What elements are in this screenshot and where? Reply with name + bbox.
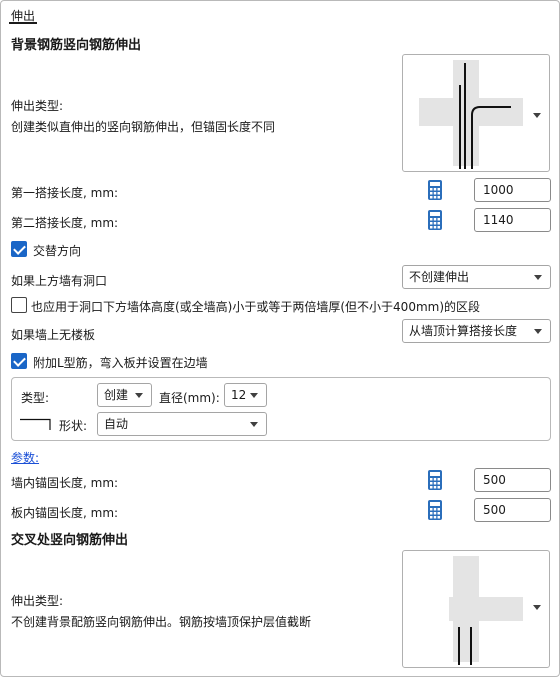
wall-anchorage-length-field[interactable]: 500 [474,468,551,492]
alternate-direction-label: 交替方向 [33,244,82,258]
chevron-down-icon [533,605,541,610]
shape-label: 形状: [59,419,88,433]
calculator-icon[interactable] [428,470,442,490]
section-title-background: 背景钢筋竖向钢筋伸出 [11,38,142,53]
no-slab-select[interactable]: 从墙顶计算搭接长度 [402,319,551,343]
l-bar-shape-icon [20,418,51,430]
l-bar-type-value: 创建 [104,388,129,402]
parameters-link[interactable]: 参数: [11,449,39,466]
section-title-intersection: 交叉处竖向钢筋伸出 [11,533,129,548]
shape-select[interactable]: 自动 [97,412,267,436]
wall-opening-above-value: 不创建伸出 [409,270,470,284]
l-bar-type-label: 类型: [21,391,50,405]
diameter-select[interactable]: 12 [224,383,267,407]
extension-type-preview[interactable] [402,54,550,172]
apply-below-opening-label: 也应用于洞口下方墙体高度(或全墙高)小于或等于两倍墙厚(但不小于400mm)的区… [31,300,481,314]
diameter-label: 直径(mm): [159,391,220,405]
chevron-down-icon [250,393,258,398]
add-l-bars-checkbox[interactable] [11,353,27,369]
intersection-extension-type-preview[interactable] [402,550,550,668]
extension-type-description: 创建类似直伸出的竖向钢筋伸出，但锚固长度不同 [11,120,276,134]
alternate-direction-checkbox[interactable] [11,241,27,257]
l-bar-settings-group: 类型: 创建 直径(mm): 12 形状: 自动 [11,377,551,441]
slab-anchorage-length-field[interactable]: 500 [474,498,551,522]
slab-anchorage-length-label: 板内锚固长度, mm: [11,506,119,520]
cut-at-cover-preview-image [449,556,523,665]
wall-opening-above-label: 如果上方墙有洞口 [11,274,108,288]
no-slab-label: 如果墙上无楼板 [11,328,96,342]
first-lap-length-label: 第一搭接长度, mm: [11,186,119,200]
intersection-extension-type-label: 伸出类型: [11,594,64,608]
tab-underline [9,22,37,24]
chevron-down-icon [135,393,143,398]
chevron-down-icon [534,275,542,280]
bent-extension-preview-image [419,60,523,169]
intersection-extension-type-description: 不创建背景配筋竖向钢筋伸出。钢筋按墙顶保护层值截断 [11,615,312,629]
chevron-down-icon [533,113,541,118]
shape-value: 自动 [104,417,129,431]
wall-opening-above-select[interactable]: 不创建伸出 [402,265,551,289]
diameter-value: 12 [231,388,247,402]
apply-below-opening-checkbox[interactable] [11,297,27,313]
calculator-icon[interactable] [428,500,442,520]
calculator-icon[interactable] [428,210,442,230]
chevron-down-icon [250,422,258,427]
l-bar-type-select[interactable]: 创建 [97,383,152,407]
second-lap-length-field[interactable]: 1140 [474,208,551,232]
extension-type-label: 伸出类型: [11,99,64,113]
chevron-down-icon [534,329,542,334]
no-slab-value: 从墙顶计算搭接长度 [409,324,518,338]
second-lap-length-label: 第二搭接长度, mm: [11,216,119,230]
first-lap-length-field[interactable]: 1000 [474,178,551,202]
wall-anchorage-length-label: 墙内锚固长度, mm: [11,476,119,490]
extension-panel: 伸出 背景钢筋竖向钢筋伸出 伸出类型: 创建类似直伸出的竖向钢筋伸出，但锚固长度… [0,0,560,677]
add-l-bars-label: 附加L型筋，弯入板并设置在边墙 [33,356,208,370]
calculator-icon[interactable] [428,180,442,200]
